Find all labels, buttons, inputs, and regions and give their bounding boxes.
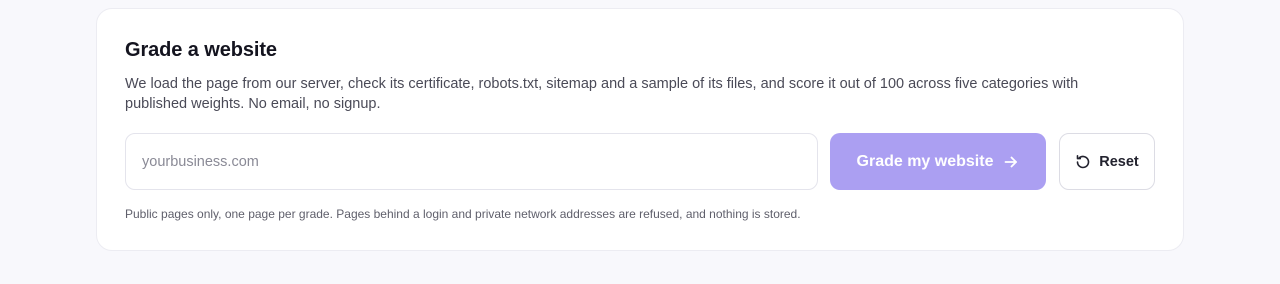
card-title: Grade a website (125, 39, 277, 61)
privacy-note: Public pages only, one page per grade. P… (125, 207, 801, 221)
reset-button[interactable]: Reset (1059, 133, 1155, 190)
grade-button-label: Grade my website (856, 152, 994, 170)
website-url-input[interactable] (125, 133, 818, 190)
card-description: We load the page from our server, check … (125, 76, 1079, 112)
grade-website-button[interactable]: Grade my website (830, 133, 1046, 190)
arrow-right-icon (1003, 154, 1019, 170)
reset-button-label: Reset (1099, 153, 1139, 170)
rotate-ccw-icon (1075, 154, 1091, 170)
grade-website-card: Grade a website We load the page from ou… (96, 8, 1184, 251)
